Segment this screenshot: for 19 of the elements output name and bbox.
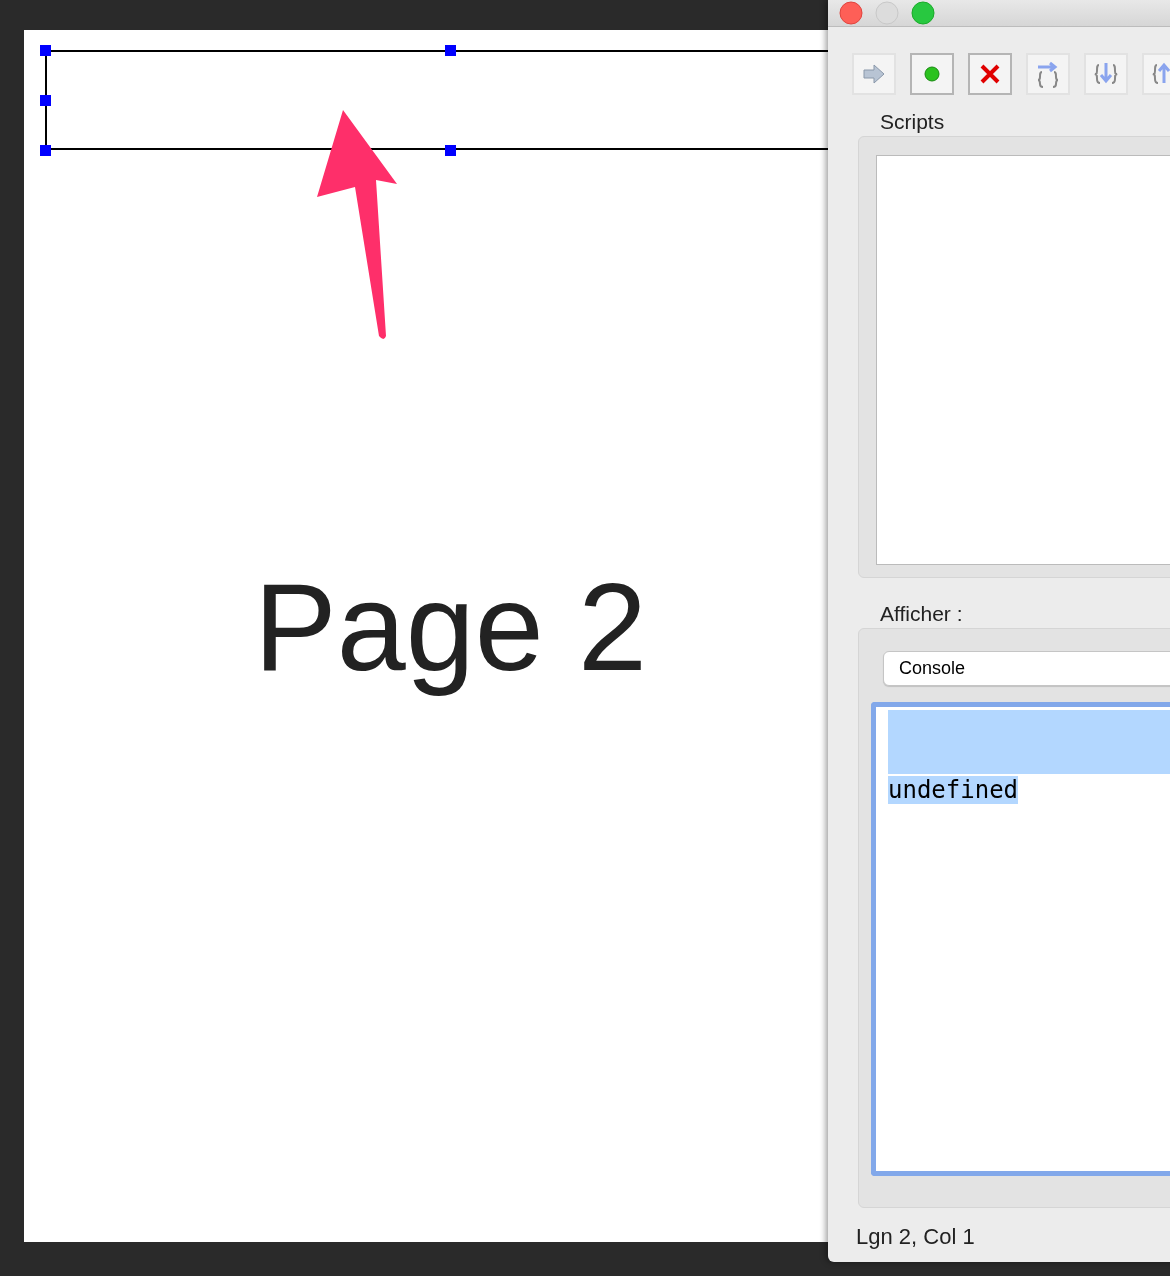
step-into-button[interactable] bbox=[1084, 53, 1128, 95]
minimize-icon[interactable] bbox=[875, 1, 899, 25]
breakpoint-button[interactable] bbox=[910, 53, 954, 95]
resize-handle[interactable] bbox=[40, 45, 51, 56]
zoom-icon[interactable] bbox=[911, 1, 935, 25]
resize-handle[interactable] bbox=[40, 145, 51, 156]
resize-handle[interactable] bbox=[445, 45, 456, 56]
resize-handle[interactable] bbox=[445, 145, 456, 156]
section-label: Afficher : bbox=[880, 602, 964, 626]
step-over-button[interactable] bbox=[1026, 53, 1070, 95]
section-label: Scripts bbox=[880, 110, 946, 134]
close-icon[interactable] bbox=[839, 1, 863, 25]
page-label: Page 2 bbox=[254, 557, 647, 698]
resize-handle[interactable] bbox=[40, 95, 51, 106]
display-select[interactable]: Console bbox=[883, 651, 1170, 686]
console-output[interactable]: undefined bbox=[871, 702, 1170, 1176]
status-text: Lgn 2, Col 1 bbox=[856, 1224, 976, 1250]
run-button[interactable] bbox=[852, 53, 896, 95]
stop-button[interactable] bbox=[968, 53, 1012, 95]
